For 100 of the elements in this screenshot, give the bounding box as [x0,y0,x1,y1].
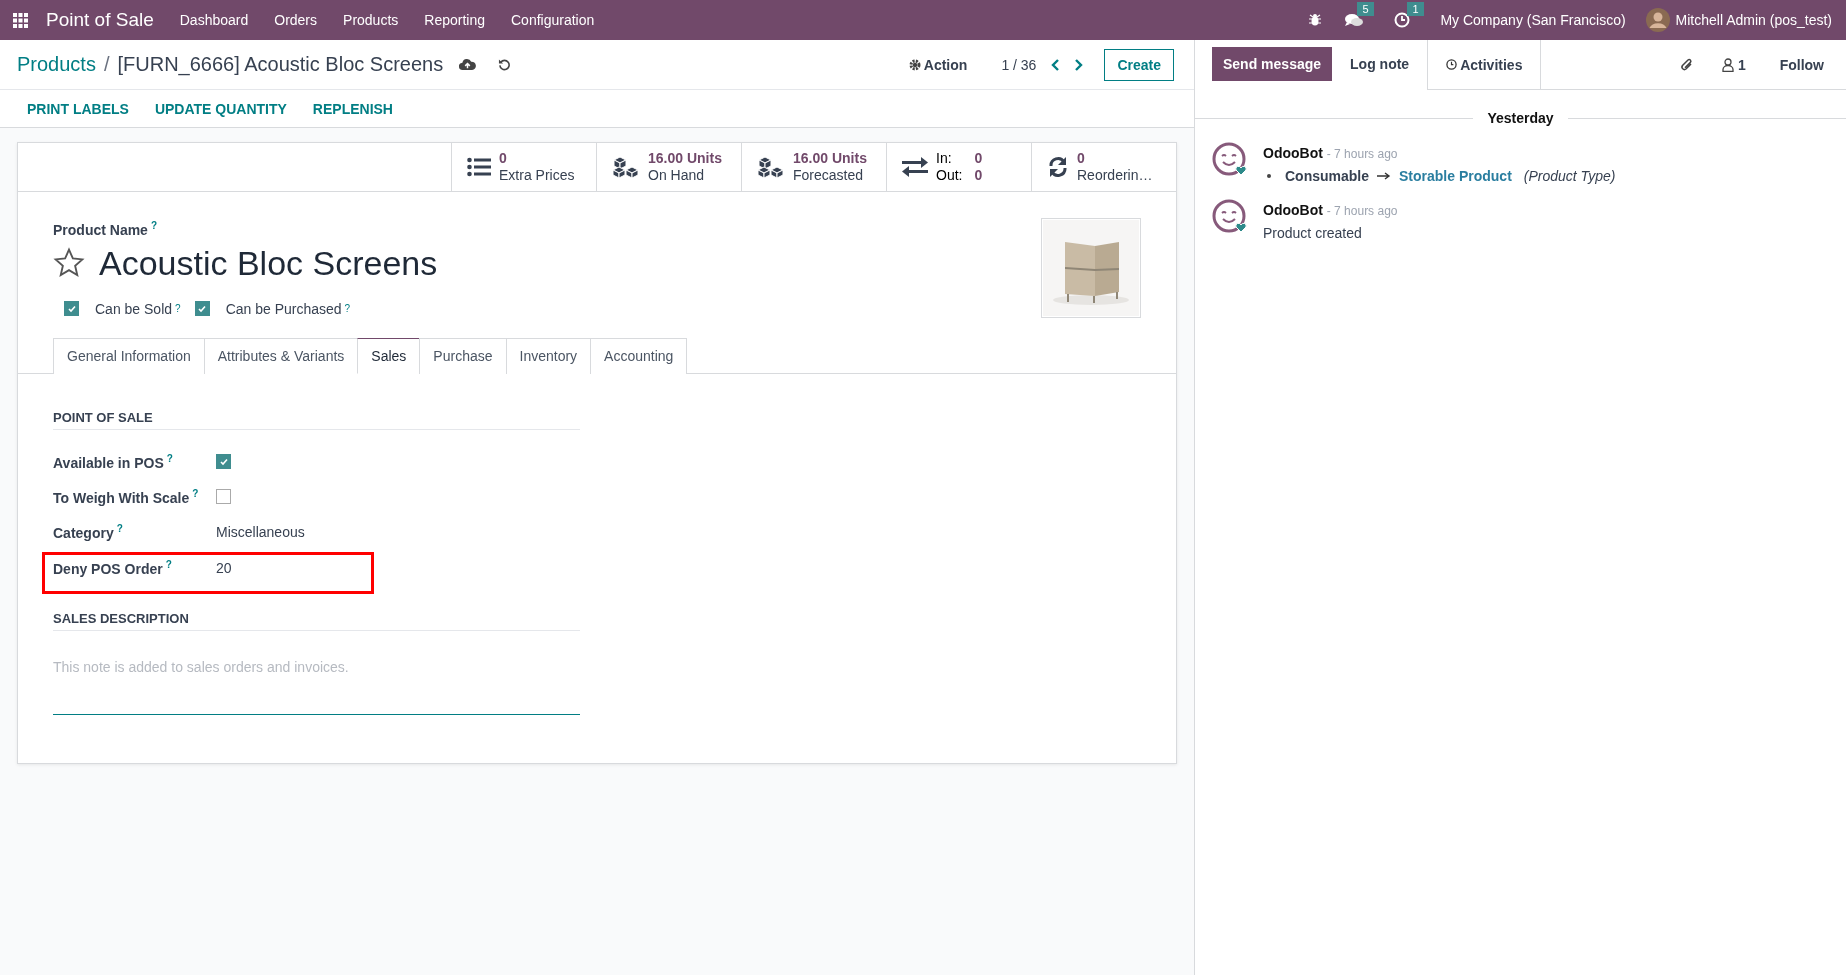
company-switcher[interactable]: My Company (San Francisco) [1440,12,1626,28]
old-value: Consumable [1285,167,1369,186]
refresh-icon [1047,156,1069,178]
cubes-icon [612,156,640,178]
undo-icon[interactable] [498,58,512,71]
action-menu-button[interactable]: Action [904,52,972,77]
smart-button[interactable]: 0 Reorderin… [1031,143,1176,191]
menu-item[interactable]: Products [343,12,399,28]
smart-button[interactable]: 16.00 Units On Hand [596,143,741,191]
transfer-icon [902,157,928,177]
stat-value: 0 [1077,150,1086,167]
bullet-icon [1267,174,1271,178]
smart-button[interactable]: 0 Extra Prices [451,143,596,191]
tab[interactable]: Purchase [419,338,507,374]
check-icon [218,456,229,467]
stat-label: On Hand [648,167,706,184]
message-text: Product created [1263,224,1363,243]
section-title: POINT OF SALE [53,410,580,430]
person-icon [1721,57,1734,72]
bug-icon[interactable] [1308,13,1323,27]
follow-button[interactable]: Follow [1773,55,1830,74]
clock-icon[interactable] [1394,12,1411,28]
arrow-icon [1377,172,1391,180]
cloud-upload-icon[interactable] [459,58,477,71]
field-value[interactable]: 20 [216,559,232,576]
field-value[interactable]: Miscellaneous [216,523,305,540]
menu-item[interactable]: Dashboard [179,12,249,28]
tab[interactable]: Attributes & Variants [203,338,359,374]
tab[interactable]: Accounting [590,338,688,374]
log-note-button[interactable]: Log note [1332,47,1428,81]
followers-button[interactable]: 1 [1715,55,1752,74]
previous-icon[interactable] [1050,57,1061,72]
apps-menu-icon[interactable] [13,12,28,28]
field-label: To Weigh With Scale [53,489,190,506]
paperclip-icon[interactable] [1679,56,1694,73]
favorite-star-icon[interactable] [53,247,85,280]
menu-item[interactable]: Orders [274,12,318,28]
tracked-field: (Product Type) [1523,165,1616,187]
message-author[interactable]: OdooBot [1263,145,1323,161]
stat-label: Extra Prices [499,167,575,184]
menu-item[interactable]: Configuration [511,12,595,28]
stat-label: Reorderin… [1077,167,1153,184]
header-button[interactable]: PRINT LABELS [15,94,141,123]
next-icon[interactable] [1074,57,1085,72]
user-menu[interactable]: Mitchell Admin (pos_test) [1675,12,1832,28]
field-label: Deny POS Order [53,560,163,577]
check-icon [197,303,208,314]
section-title: SALES DESCRIPTION [53,610,580,631]
help-tooltip[interactable]: ? [165,559,172,570]
tab[interactable]: Sales [357,338,421,374]
pager-value[interactable]: 1 / 36 [1001,56,1037,73]
message-time: - 7 hours ago [1326,147,1398,161]
breadcrumb-separator: / [103,53,110,76]
message-time: - 7 hours ago [1326,204,1398,218]
create-button[interactable]: Create [1104,48,1174,81]
field-label: Category [53,524,114,541]
clock-icon [1446,59,1458,70]
message-author[interactable]: OdooBot [1263,202,1323,218]
stat-value: 0 [974,150,983,167]
checkbox[interactable] [216,454,231,469]
checkbox[interactable] [216,489,231,504]
checkbox[interactable] [194,301,210,317]
app-name[interactable]: Point of Sale [46,9,154,31]
stat-label: In: [936,150,953,167]
help-tooltip[interactable]: ? [150,220,158,231]
help-tooltip[interactable]: ? [192,487,199,499]
cubes-icon [757,156,785,178]
chat-icon[interactable] [1344,12,1365,28]
activities-button[interactable]: Activities [1427,40,1542,90]
date-separator: Yesterday [1486,110,1555,126]
header-button[interactable]: UPDATE QUANTITY [142,94,299,123]
user-avatar[interactable] [1645,8,1670,32]
checkbox-label: Can be Purchased [225,300,342,317]
menu-item[interactable]: Reporting [424,12,485,28]
record-title: [FURN_6666] Acoustic Bloc Screens [117,53,444,76]
list-icon [467,157,491,177]
header-button[interactable]: REPLENISH [300,94,405,123]
count-badge: 5 [1357,2,1374,16]
checkbox[interactable] [64,301,79,317]
help-tooltip[interactable]: ? [175,303,181,315]
help-tooltip[interactable]: ? [166,452,173,464]
smart-button[interactable]: In: 0 Out: 0 [886,143,1031,191]
tab[interactable]: Inventory [505,338,592,374]
help-tooltip[interactable]: ? [116,522,123,534]
smart-button[interactable]: 16.00 Units Forecasted [741,143,886,191]
stat-label: Forecasted [793,167,865,184]
field-label: Available in POS [53,454,164,471]
bot-avatar [1212,142,1248,178]
tab[interactable]: General Information [53,338,205,374]
bot-avatar [1212,199,1248,235]
breadcrumb-link[interactable]: Products [17,53,96,76]
stat-value: 0 [499,150,508,167]
help-tooltip[interactable]: ? [344,303,351,315]
count-badge: 1 [1407,2,1424,16]
stat-value: 16.00 Units [793,150,867,167]
field-label: Product Name [53,221,148,238]
product-name[interactable]: Acoustic Bloc Screens [99,243,438,283]
send-message-button[interactable]: Send message [1212,47,1333,81]
stat-value: 16.00 Units [648,150,722,167]
check-icon [66,303,77,314]
